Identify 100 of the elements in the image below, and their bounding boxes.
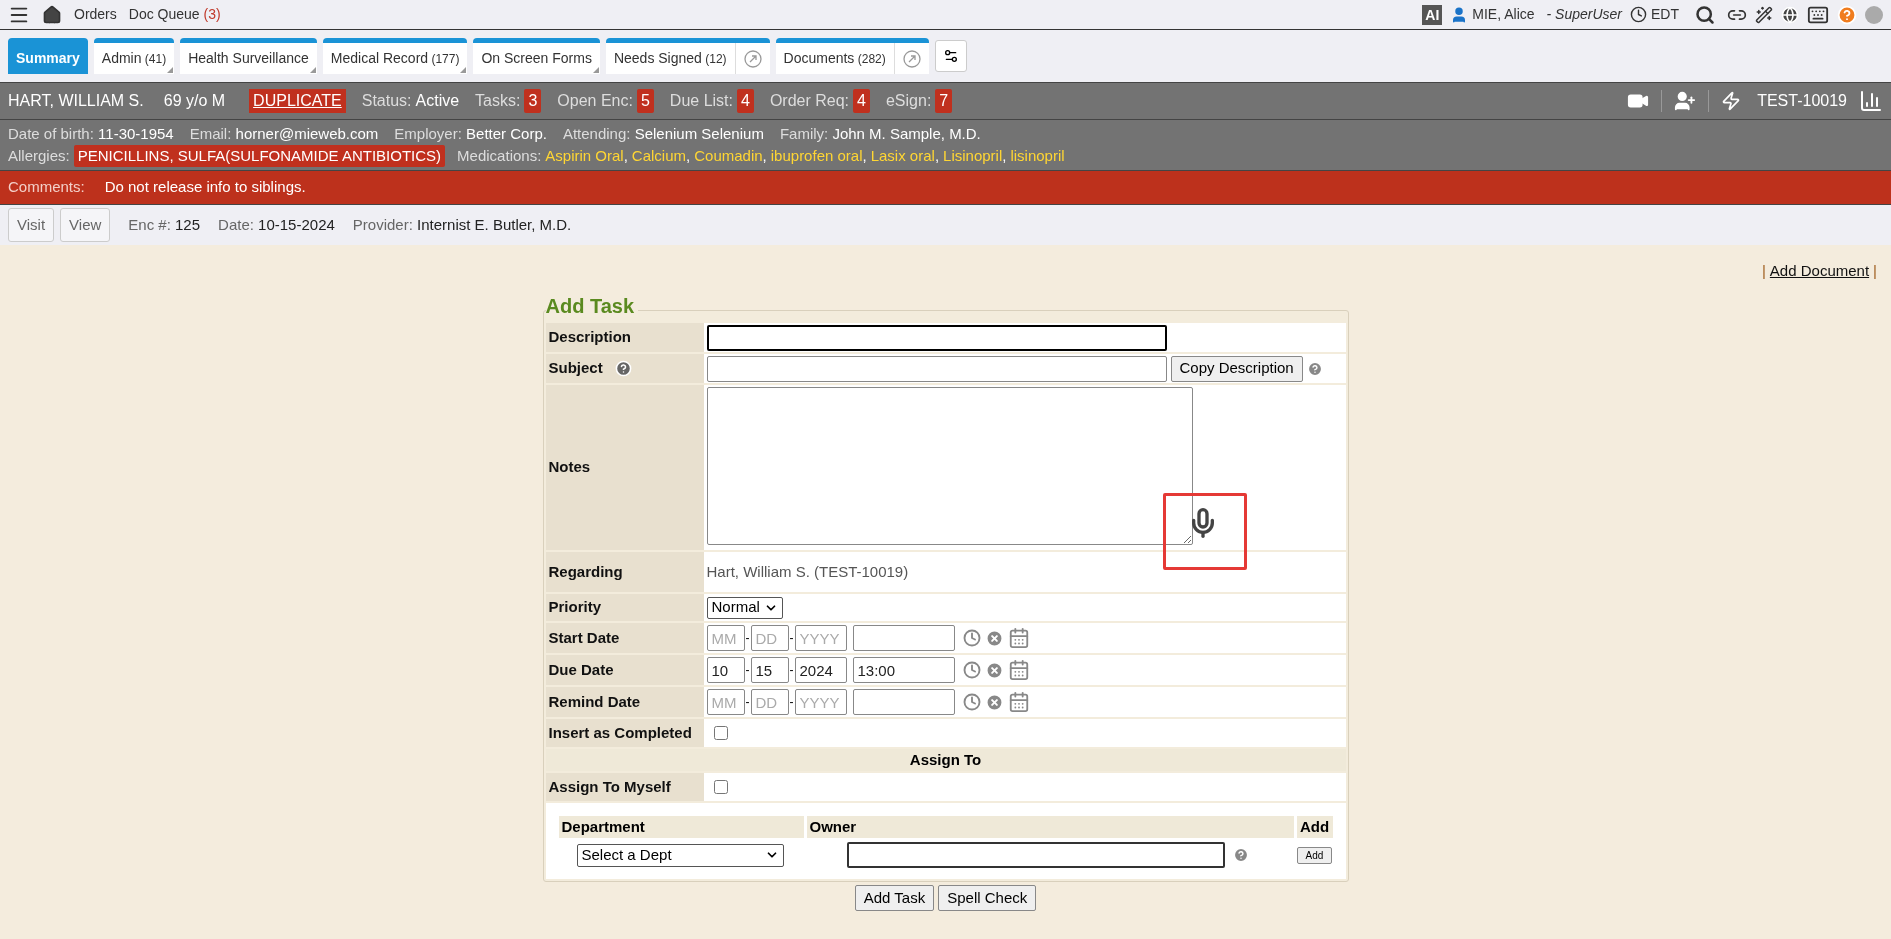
ai-badge[interactable]: AI [1422,4,1443,25]
form-button[interactable]: Spell Check [938,885,1037,911]
time-field[interactable] [852,689,955,715]
duplicate-flag[interactable]: DUPLICATE [249,89,346,113]
settings-button[interactable] [934,40,967,72]
count-badge[interactable]: 4 [853,89,870,113]
encounter-button[interactable]: Visit [8,208,55,242]
clock-icon[interactable] [962,629,981,647]
nav-link[interactable]: Doc Queue (3) [128,4,221,25]
tab[interactable]: Needs Signed (12) [605,38,770,74]
field-label: Start Date [545,623,704,653]
add-user-icon[interactable] [1674,90,1697,112]
date-part-field[interactable]: YYYY [794,689,847,715]
calendar-icon[interactable] [1007,627,1030,649]
globe-icon[interactable] [1781,5,1799,24]
stat-value: Active [415,91,460,111]
field-label: Description [545,323,704,352]
field-label: Assign To Myself [545,773,704,801]
detail-label: Employer: [394,125,463,142]
subject-field[interactable] [706,355,1167,382]
list-separator: , [1002,147,1007,164]
list-separator: , [862,147,867,164]
clock-icon[interactable] [962,693,981,711]
settings-icon [942,48,959,64]
form-button[interactable]: Add Task [854,885,935,911]
department-select[interactable]: Select a Dept [576,843,784,867]
checkbox[interactable] [713,780,728,794]
time-field[interactable]: 13:00 [852,657,955,683]
home-icon[interactable] [42,4,62,25]
patient-id: TEST-10019 [1757,91,1847,111]
clear-icon[interactable] [984,660,1004,680]
clear-icon[interactable] [984,692,1004,712]
priority-select[interactable]: Normal [706,596,783,619]
date-part-field[interactable]: 10 [706,657,745,683]
column-header: Department [558,816,804,838]
stat-label: eSign: [885,91,932,111]
stat-label: Status: [361,91,412,111]
corner-triangle-icon [309,67,316,73]
owner-field[interactable] [846,842,1225,868]
add-document-link[interactable]: Add Document [1769,260,1870,283]
stat-label: Tasks: [475,91,521,111]
nav-link[interactable]: Orders [74,4,117,25]
stat-label: Due List: [669,91,733,111]
clock-icon[interactable] [962,661,981,679]
notes-field[interactable] [706,387,1193,545]
help-icon[interactable] [1232,847,1249,863]
popout-icon[interactable] [743,49,762,68]
user-name[interactable]: MIE, Alice [1472,4,1535,25]
checkbox[interactable] [713,726,728,740]
clear-icon[interactable] [984,628,1004,648]
tab[interactable]: Admin (41) [93,38,175,74]
date-part-field[interactable]: YYYY [794,625,847,651]
calendar-icon[interactable] [1007,691,1030,713]
encounter-value: 125 [175,215,201,233]
timezone[interactable]: EDT [1651,4,1679,25]
label-text: Subject [548,358,603,379]
encounter-label: Date: [218,215,255,233]
time-field[interactable] [852,625,955,651]
tab[interactable]: Health Surveillance [180,38,317,74]
count-badge[interactable]: 4 [737,89,754,113]
help-icon[interactable] [1306,360,1323,377]
encounter-button[interactable]: View [60,208,111,242]
search-icon[interactable] [1695,4,1715,25]
comments-label: Comments: [8,177,85,198]
link-divider: | [1873,261,1877,282]
tab[interactable]: On Screen Forms [473,38,600,74]
count-badge[interactable]: 3 [524,89,542,113]
count-badge[interactable]: 5 [636,89,654,113]
date-part-field[interactable]: MM [706,689,745,715]
detail-value: John M. Sample, M.D. [832,125,981,142]
detail-value: Selenium Selenium [634,125,764,142]
section-header: Assign To [545,749,1346,771]
encounter-label: Provider: [352,215,414,233]
bar-chart-icon[interactable] [1859,89,1883,113]
help-icon[interactable] [614,360,632,377]
column-header: Owner [806,816,1294,838]
description-field[interactable] [706,324,1167,351]
date-part-field[interactable]: MM [706,625,745,651]
copy-description-button[interactable]: Copy Description [1170,355,1303,382]
date-part-field[interactable]: DD [750,689,789,715]
detail-value: horner@mieweb.com [235,125,379,142]
encounter-value: 10-15-2024 [258,215,335,233]
detail-label: Date of birth: [8,125,95,142]
field-label: Priority [545,594,704,621]
tab[interactable]: Medical Record (177) [322,38,468,74]
count-badge[interactable]: 7 [935,89,953,113]
wand-icon[interactable] [1755,5,1773,24]
help-icon[interactable] [1837,4,1857,25]
clock-icon [1630,6,1647,23]
lightning-icon[interactable] [1721,91,1742,111]
tab[interactable]: Documents (282) [775,38,929,74]
date-part-field[interactable]: 2024 [794,657,847,683]
date-part-field[interactable]: 15 [750,657,789,683]
field-label: Regarding [545,552,704,592]
list-separator: , [623,147,628,164]
popout-icon[interactable] [902,49,921,68]
add-owner-button[interactable]: Add [1296,846,1333,864]
calendar-icon[interactable] [1007,659,1030,681]
allergies-badge: PENICILLINS, SULFA(SULFONAMIDE ANTIBIOTICS) [73,145,446,167]
date-part-field[interactable]: DD [750,625,789,651]
